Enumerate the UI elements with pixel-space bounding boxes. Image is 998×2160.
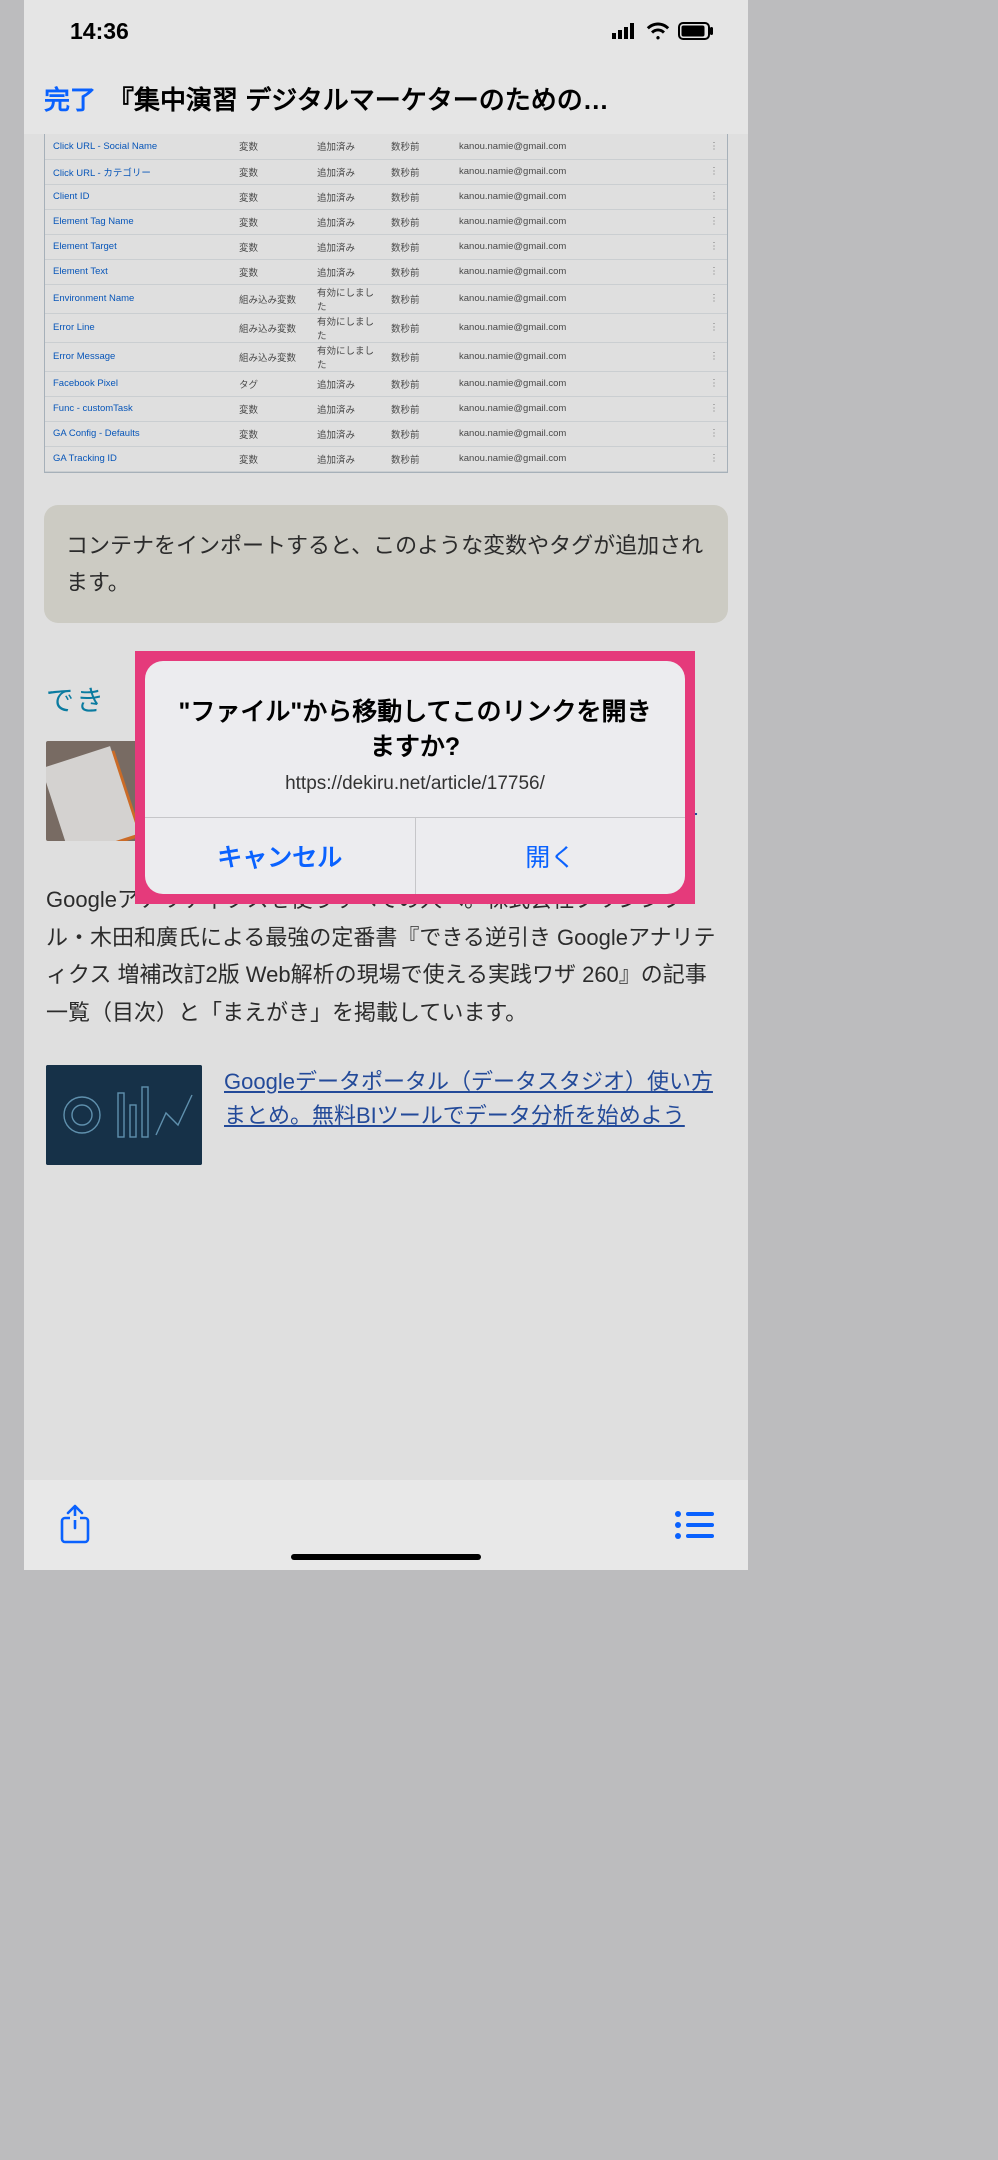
phone-frame: 14:36 完了 『集中演習 デジタルマーケターのための… Click URL … [24, 0, 748, 1570]
alert-highlight: "ファイル"から移動してこのリンクを開きますか? https://dekiru.… [135, 651, 695, 904]
alert-url: https://dekiru.net/article/17756/ [169, 773, 661, 795]
alert-dialog: "ファイル"から移動してこのリンクを開きますか? https://dekiru.… [145, 661, 685, 894]
alert-open-button[interactable]: 開く [416, 818, 686, 894]
alert-title: "ファイル"から移動してこのリンクを開きますか? [169, 695, 661, 765]
alert-cancel-button[interactable]: キャンセル [145, 818, 416, 894]
